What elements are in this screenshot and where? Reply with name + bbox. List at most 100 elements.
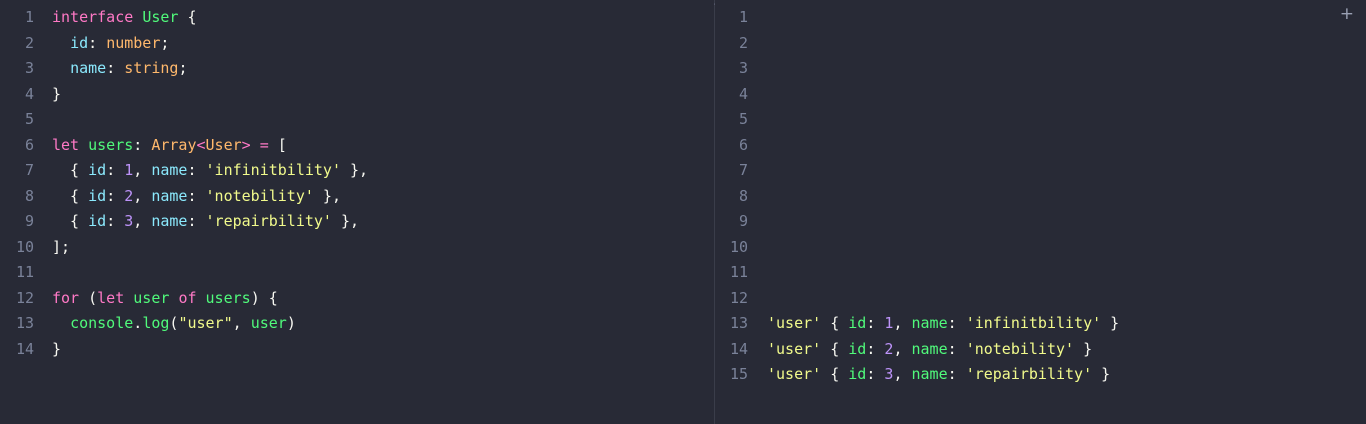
editor-line[interactable]: 4} bbox=[0, 82, 714, 108]
code-token: }, bbox=[331, 212, 360, 230]
code-token: string bbox=[124, 59, 179, 77]
line-number: 13 bbox=[15, 314, 34, 332]
editor-code[interactable]: let users: Array<User> = [ bbox=[52, 133, 287, 159]
editor-line[interactable]: 8 { id: 2, name: 'notebility' }, bbox=[0, 184, 714, 210]
code-token: ; bbox=[178, 59, 188, 77]
code-token: Array bbox=[151, 135, 197, 154]
editor-line[interactable]: 7 { id: 1, name: 'infinitbility' }, bbox=[0, 158, 714, 184]
line-number: 6 bbox=[24, 135, 34, 154]
code-token: users bbox=[205, 288, 251, 307]
editor-code[interactable]: { id: 2, name: 'notebility' }, bbox=[52, 184, 341, 210]
editor-lines[interactable]: 1 interface User {2 id: number; 3 name: st… bbox=[0, 5, 714, 362]
code-token: : bbox=[947, 339, 966, 358]
editor-line[interactable]: 6 let users: Array<User> = [ bbox=[0, 133, 714, 159]
code-token: > = bbox=[241, 135, 278, 154]
code-token: name bbox=[911, 314, 948, 332]
code-token: { bbox=[821, 365, 849, 383]
line-number: 4 bbox=[738, 84, 748, 103]
code-token: 'repairbility' bbox=[205, 212, 332, 230]
editor-line[interactable]: 9 { id: 3, name: 'repairbility' }, bbox=[0, 209, 714, 235]
code-token: id bbox=[848, 314, 867, 332]
editor-line[interactable]: 11 bbox=[0, 260, 714, 286]
code-token: id bbox=[848, 339, 867, 358]
code-token: : bbox=[866, 365, 885, 383]
line-number: 1 bbox=[738, 8, 748, 26]
editor-code[interactable]: { id: 3, name: 'repairbility' }, bbox=[52, 209, 359, 235]
code-token: 'user' bbox=[767, 365, 822, 383]
editor-code[interactable]: { id: 1, name: 'infinitbility' }, bbox=[52, 158, 368, 184]
code-token: , bbox=[232, 314, 251, 332]
output-pane: + 1 2 3 4 5 6 7 8 9 10 11 12 13'user' { id: 1, name:… bbox=[715, 0, 1366, 424]
code-token: 'infinitbility' bbox=[965, 314, 1102, 332]
editor-line[interactable]: 3 name: string; bbox=[0, 56, 714, 82]
code-token: ) bbox=[286, 314, 296, 332]
code-token: } bbox=[52, 84, 62, 103]
code-token: ; bbox=[160, 33, 170, 52]
line-number: 6 bbox=[738, 135, 748, 154]
code-token: name bbox=[911, 339, 948, 358]
code-token: id bbox=[88, 212, 107, 230]
code-token: id bbox=[848, 365, 867, 383]
code-token: ]; bbox=[52, 237, 71, 256]
code-token: : bbox=[947, 314, 966, 332]
editor-code[interactable]: interface User { bbox=[52, 5, 197, 31]
code-token: : bbox=[88, 33, 107, 52]
editor-code[interactable]: ]; bbox=[52, 235, 70, 261]
editor-line[interactable]: 13 console.log("user", user) bbox=[0, 311, 714, 337]
code-token: , bbox=[893, 339, 912, 358]
code-token: , bbox=[133, 186, 152, 205]
line-number: 10 bbox=[15, 237, 34, 256]
code-token: 'user' bbox=[767, 339, 822, 358]
editor-line[interactable]: 1 interface User { bbox=[0, 5, 714, 31]
editor-line[interactable]: 2 id: number; bbox=[0, 31, 714, 57]
editor-line[interactable]: 14} bbox=[0, 337, 714, 363]
code-token: : bbox=[133, 135, 152, 154]
code-token: ) { bbox=[250, 288, 278, 307]
editor-line[interactable]: 12 for (let user of users) { bbox=[0, 286, 714, 312]
output-line: 5 bbox=[715, 107, 1366, 133]
code-editor-pane[interactable]: 1 interface User {2 id: number; 3 name: st… bbox=[0, 0, 715, 424]
line-number: 3 bbox=[24, 59, 34, 77]
code-token: name bbox=[70, 59, 107, 77]
code-token: 'user' bbox=[767, 314, 822, 332]
code-token: id bbox=[88, 161, 107, 179]
editor-line[interactable]: 10]; bbox=[0, 235, 714, 261]
output-line: 7 bbox=[715, 158, 1366, 184]
code-token: id bbox=[88, 186, 107, 205]
editor-code[interactable]: console.log("user", user) bbox=[52, 311, 296, 337]
output-line: 11 bbox=[715, 260, 1366, 286]
code-token: } bbox=[1092, 365, 1111, 383]
output-lines: 1 2 3 4 5 6 7 8 9 10 11 12 13'user' { id: 1, name: '… bbox=[715, 5, 1366, 388]
output-line: 6 bbox=[715, 133, 1366, 159]
code-token: , bbox=[893, 365, 912, 383]
output-line: 8 bbox=[715, 184, 1366, 210]
line-number: 8 bbox=[738, 186, 748, 205]
line-number: 4 bbox=[24, 84, 34, 103]
editor-line[interactable]: 5 bbox=[0, 107, 714, 133]
editor-code[interactable]: } bbox=[52, 337, 61, 363]
code-token: { bbox=[178, 8, 197, 26]
line-number: 5 bbox=[24, 110, 34, 128]
output-code: 'user' { id: 3, name: 'repairbility' } bbox=[767, 362, 1110, 388]
output-code: 'user' { id: 1, name: 'infinitbility' } bbox=[767, 311, 1119, 337]
editor-code[interactable]: for (let user of users) { bbox=[52, 286, 278, 312]
code-token: : bbox=[106, 186, 125, 205]
line-number: 14 bbox=[15, 339, 34, 358]
code-token: ( bbox=[79, 288, 98, 307]
code-token: id bbox=[70, 33, 89, 52]
code-token: : bbox=[106, 59, 125, 77]
code-token: let bbox=[52, 135, 80, 154]
code-token: name bbox=[911, 365, 948, 383]
code-token: for bbox=[52, 288, 80, 307]
line-number: 5 bbox=[738, 110, 748, 128]
code-token: { bbox=[52, 186, 89, 205]
output-line: 12 bbox=[715, 286, 1366, 312]
editor-code[interactable]: id: number; bbox=[52, 31, 169, 57]
editor-code[interactable]: } bbox=[52, 82, 61, 108]
code-token: : bbox=[866, 314, 885, 332]
line-number: 10 bbox=[729, 237, 748, 256]
output-line: 3 bbox=[715, 56, 1366, 82]
editor-code[interactable]: name: string; bbox=[52, 56, 187, 82]
